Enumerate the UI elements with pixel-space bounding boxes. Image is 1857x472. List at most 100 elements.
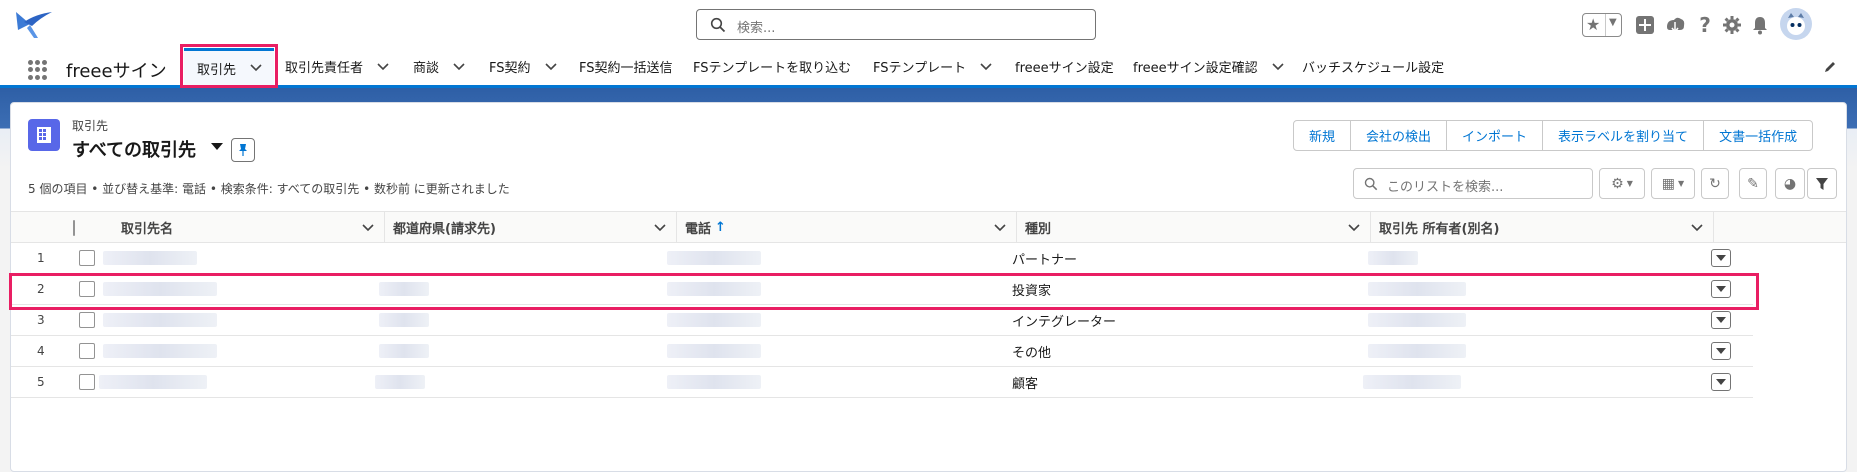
chevron-down-icon: ▼ bbox=[1678, 179, 1685, 188]
redacted-phone bbox=[667, 344, 761, 358]
column-header-type[interactable]: 種別 bbox=[1017, 212, 1371, 243]
freee-logo[interactable] bbox=[14, 8, 54, 42]
display-as-table-button[interactable]: ▦ ▼ bbox=[1651, 168, 1695, 199]
gear-icon[interactable] bbox=[1719, 12, 1745, 38]
nav-tab-fs-templates[interactable]: FSテンプレート bbox=[873, 48, 992, 85]
app-navigation: freeeサイン 取引先 取引先責任者 商談 FS契約 FS契約一括送信 FSテ… bbox=[0, 48, 1857, 88]
row-action-menu[interactable] bbox=[1711, 373, 1731, 391]
list-meta-info: 5 個の項目 • 並び替え基準: 電話 • 検索条件: すべての取引先 • 数秒… bbox=[28, 182, 510, 196]
redacted-account-name[interactable] bbox=[103, 251, 197, 265]
nav-tab-fs-template-import[interactable]: FSテンプレートを取り込む bbox=[693, 48, 851, 85]
highlight-row-2 bbox=[9, 273, 1759, 310]
list-search-input[interactable]: このリストを検索... bbox=[1353, 168, 1593, 199]
refresh-button[interactable]: ↻ bbox=[1701, 168, 1729, 199]
list-search-placeholder: このリストを検索... bbox=[1387, 180, 1504, 195]
chevron-down-icon[interactable] bbox=[362, 224, 374, 232]
app-launcher-icon[interactable] bbox=[28, 60, 48, 80]
bell-icon[interactable] bbox=[1747, 12, 1773, 38]
nav-tab-freee-sign-settings-check[interactable]: freeeサイン設定確認 bbox=[1133, 48, 1284, 85]
charts-button[interactable]: ◕ bbox=[1775, 168, 1805, 199]
row-checkbox[interactable] bbox=[79, 343, 95, 359]
table-row[interactable]: 4 その他 bbox=[11, 336, 1753, 367]
inline-edit-button[interactable]: ✎ bbox=[1739, 168, 1767, 199]
redacted-owner-alias[interactable] bbox=[1368, 251, 1418, 265]
pin-list-button[interactable] bbox=[231, 138, 255, 162]
search-placeholder: 検索... bbox=[737, 21, 776, 36]
chevron-down-icon[interactable] bbox=[453, 62, 465, 71]
nav-tab-freee-sign-settings[interactable]: freeeサイン設定 bbox=[1015, 48, 1114, 85]
nav-tab-fs-bulk-send[interactable]: FS契約一括送信 bbox=[579, 48, 673, 85]
chevron-down-icon[interactable] bbox=[1272, 62, 1284, 71]
chevron-down-icon[interactable] bbox=[654, 224, 666, 232]
list-view-picker-icon[interactable] bbox=[211, 143, 223, 150]
row-action-menu[interactable] bbox=[1711, 249, 1731, 267]
gear-icon: ⚙ bbox=[1611, 175, 1624, 192]
trailhead-icon[interactable] bbox=[1662, 12, 1688, 38]
filter-icon bbox=[1816, 177, 1828, 190]
chevron-down-icon[interactable] bbox=[544, 62, 557, 71]
redacted-owner-alias[interactable] bbox=[1368, 344, 1466, 358]
pin-icon bbox=[239, 144, 247, 156]
chevron-down-icon[interactable] bbox=[1691, 224, 1703, 232]
filter-button[interactable] bbox=[1807, 168, 1837, 199]
row-checkbox[interactable] bbox=[79, 374, 95, 390]
table-row[interactable]: 1 パートナー bbox=[11, 243, 1753, 274]
row-action-menu[interactable] bbox=[1711, 342, 1731, 360]
row-action-menu[interactable] bbox=[1711, 311, 1731, 329]
nav-tab-fs-contracts[interactable]: FS契約 bbox=[489, 48, 557, 85]
search-icon bbox=[710, 17, 726, 33]
account-object-icon bbox=[28, 119, 60, 151]
chevron-down-icon[interactable] bbox=[1348, 224, 1360, 232]
bulk-create-documents-button[interactable]: 文書一括作成 bbox=[1703, 120, 1814, 151]
column-header-prefecture[interactable]: 都道府県(請求先) bbox=[385, 212, 677, 243]
redacted-phone bbox=[667, 375, 761, 389]
redacted-account-name[interactable] bbox=[103, 313, 217, 327]
chevron-down-icon: ▼ bbox=[1609, 17, 1617, 28]
pencil-icon: ✎ bbox=[1747, 175, 1759, 192]
app-name: freeeサイン bbox=[66, 61, 167, 82]
chevron-down-icon[interactable] bbox=[994, 224, 1006, 232]
row-checkbox[interactable] bbox=[79, 250, 95, 266]
row-checkbox[interactable] bbox=[79, 312, 95, 328]
nav-tab-contacts[interactable]: 取引先責任者 bbox=[285, 48, 389, 85]
nav-tab-batch-schedule[interactable]: バッチスケジュール設定 bbox=[1302, 48, 1444, 85]
chevron-down-icon: ▼ bbox=[1626, 179, 1633, 188]
redacted-owner-alias[interactable] bbox=[1368, 313, 1466, 327]
edit-nav-pencil-icon[interactable] bbox=[1823, 60, 1837, 74]
add-icon[interactable] bbox=[1632, 12, 1658, 38]
redacted-phone bbox=[667, 251, 761, 265]
list-actions: 新規 会社の検出 インポート 表示ラベルを割り当て 文書一括作成 bbox=[1293, 120, 1814, 151]
table-header: 取引先名 都道府県(請求先) 電話 ↑ 種別 取引先 所有者(別名) bbox=[11, 211, 1846, 243]
chevron-down-icon bbox=[1716, 255, 1726, 261]
redacted-owner-alias[interactable] bbox=[1363, 375, 1461, 389]
new-button[interactable]: 新規 bbox=[1293, 120, 1352, 151]
row-number: 4 bbox=[37, 344, 45, 358]
import-button[interactable]: インポート bbox=[1446, 120, 1544, 151]
column-header-phone[interactable]: 電話 ↑ bbox=[677, 212, 1017, 243]
table-row[interactable]: 5 顧客 bbox=[11, 367, 1753, 398]
pie-chart-icon: ◕ bbox=[1783, 175, 1797, 192]
sort-ascending-icon: ↑ bbox=[715, 220, 726, 235]
redacted-prefecture bbox=[379, 313, 429, 327]
type-cell: パートナー bbox=[1012, 252, 1078, 268]
chevron-down-icon[interactable] bbox=[980, 62, 992, 71]
user-avatar[interactable] bbox=[1778, 6, 1814, 42]
row-number: 1 bbox=[37, 251, 45, 265]
star-icon: ★ bbox=[1586, 15, 1601, 34]
assign-label-button[interactable]: 表示ラベルを割り当て bbox=[1542, 120, 1705, 151]
global-search-input[interactable]: 検索... bbox=[696, 9, 1096, 40]
list-view-title[interactable]: すべての取引先 bbox=[72, 136, 196, 162]
search-icon bbox=[1364, 177, 1378, 191]
nav-tab-opportunities[interactable]: 商談 bbox=[413, 48, 465, 85]
column-header-owner-alias[interactable]: 取引先 所有者(別名) bbox=[1371, 212, 1714, 243]
redacted-account-name[interactable] bbox=[99, 375, 207, 389]
favorites-button[interactable]: ★ ▼ bbox=[1582, 13, 1622, 37]
redacted-account-name[interactable] bbox=[103, 344, 217, 358]
discover-companies-button[interactable]: 会社の検出 bbox=[1350, 120, 1448, 151]
chevron-down-icon bbox=[1716, 317, 1726, 323]
chevron-down-icon[interactable] bbox=[377, 62, 389, 71]
row-number: 5 bbox=[37, 375, 45, 389]
help-icon[interactable]: ? bbox=[1692, 12, 1718, 38]
column-header-account-name[interactable]: 取引先名 bbox=[59, 212, 385, 243]
list-settings-button[interactable]: ⚙ ▼ bbox=[1599, 168, 1645, 199]
